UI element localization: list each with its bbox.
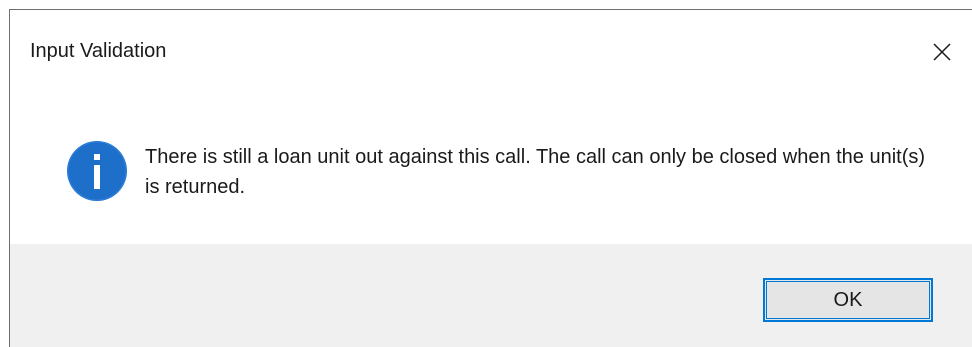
button-bar: OK xyxy=(10,244,972,347)
message-dialog: Input Validation There is still a loan u… xyxy=(9,9,972,347)
dialog-message: There is still a loan unit out against t… xyxy=(145,146,926,198)
ok-button[interactable]: OK xyxy=(763,278,933,322)
dialog-title: Input Validation xyxy=(30,40,167,62)
close-icon xyxy=(933,43,951,61)
title-bar: Input Validation xyxy=(10,10,972,90)
info-icon xyxy=(67,141,127,201)
close-button[interactable] xyxy=(922,32,962,72)
dialog-content: There is still a loan unit out against t… xyxy=(10,90,972,244)
